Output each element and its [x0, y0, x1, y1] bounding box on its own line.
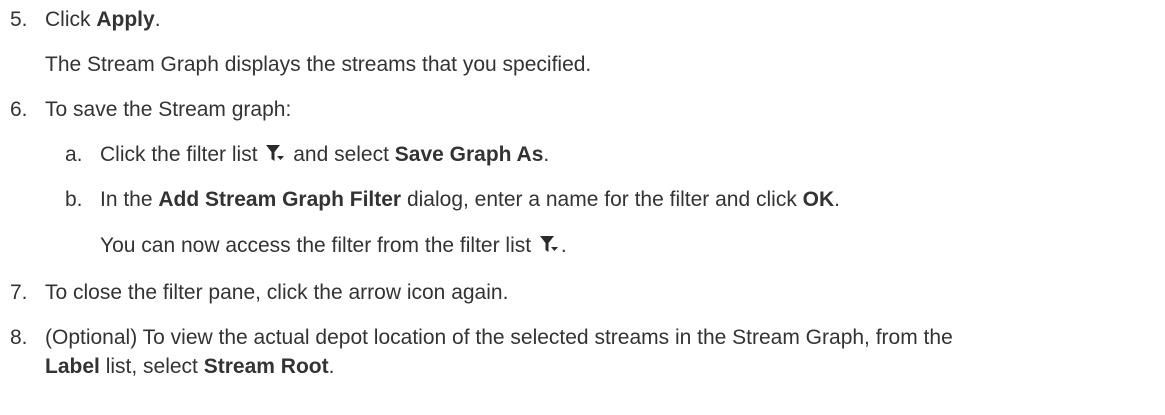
stream-root-term: Stream Root — [203, 355, 329, 378]
step-8-text-line-1: (Optional) To view the actual depot loca… — [45, 326, 953, 349]
step-6b-text-3: . — [834, 188, 840, 211]
step-5-text: Click Apply. — [45, 7, 161, 33]
step-6b-result-1: You can now access the filter from the f… — [100, 234, 537, 257]
apply-term: Apply — [96, 8, 155, 31]
step-8-text-3: . — [328, 355, 335, 378]
label-term: Label — [45, 355, 100, 378]
step-5-text-1: Click — [45, 8, 97, 31]
step-6-text: To save the Stream graph: — [45, 98, 292, 121]
step-5-number: 5. — [10, 8, 28, 31]
step-6b-text: In the Add Stream Graph Filter dialog, e… — [100, 187, 840, 213]
step-6b-result: You can now access the filter from the f… — [100, 233, 567, 261]
step-8-number: 8. — [10, 326, 28, 349]
step-7-text: To close the filter pane, click the arro… — [45, 281, 509, 304]
step-6b-marker: b. — [65, 188, 83, 211]
step-6b-text-1: In the — [100, 188, 159, 211]
step-6a-text: Click the filter list and select Save Gr… — [100, 142, 549, 170]
step-6a-text-2: and select — [287, 143, 395, 166]
step-8-text-line-2: Label list, select Stream Root. — [45, 354, 334, 380]
step-6a-text-1: Click the filter list — [100, 143, 264, 166]
save-graph-as-term: Save Graph As — [394, 143, 544, 166]
step-6a-text-3: . — [543, 143, 550, 166]
step-6a-marker: a. — [65, 143, 83, 166]
step-5-text-2: . — [154, 8, 161, 31]
step-6b-text-2: dialog, enter a name for the filter and … — [401, 188, 803, 211]
step-7-number: 7. — [10, 281, 28, 304]
step-8-text-2: list, select — [99, 355, 204, 378]
step-5-result: The Stream Graph displays the streams th… — [45, 53, 592, 76]
ok-term: OK — [802, 188, 835, 211]
step-6b-result-2: . — [560, 234, 567, 257]
add-stream-graph-filter-term: Add Stream Graph Filter — [158, 188, 402, 211]
filter-dropdown-icon — [265, 143, 285, 170]
filter-dropdown-icon — [539, 234, 559, 261]
step-6-number: 6. — [10, 98, 28, 121]
